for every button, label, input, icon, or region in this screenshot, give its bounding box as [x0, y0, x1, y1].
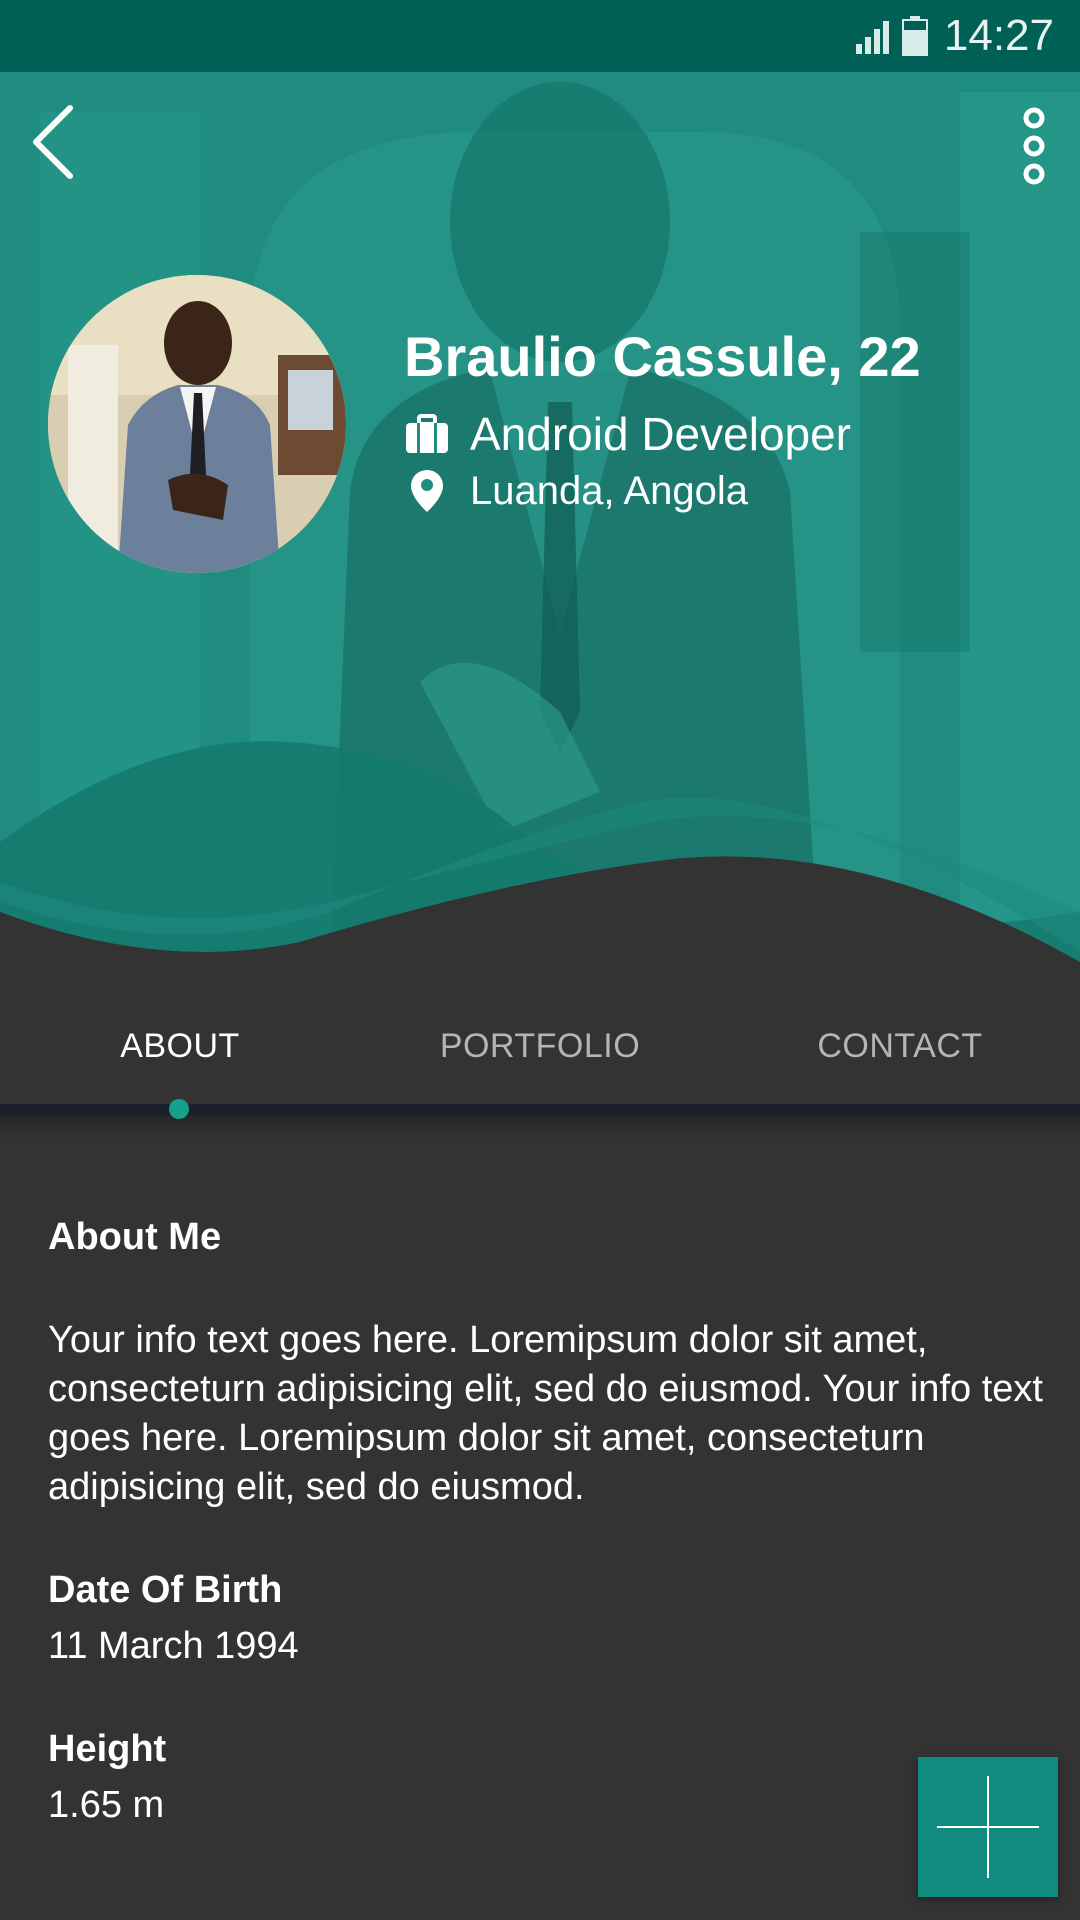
briefcase-icon — [404, 414, 450, 454]
about-me-heading: About Me — [48, 1216, 222, 1258]
location-text: Luanda, Angola — [470, 469, 749, 513]
date-of-birth-label: Date Of Birth — [48, 1569, 283, 1611]
about-me-text: Your info text goes here. Loremipsum dol… — [48, 1319, 1043, 1508]
header-wave-decoration — [0, 741, 1080, 972]
profile-header: Braulio Cassule, 22 Android Developer Lu… — [0, 72, 1080, 972]
chevron-left-icon — [33, 105, 73, 179]
status-time: 14:27 — [943, 11, 1054, 60]
battery-icon — [902, 16, 928, 56]
status-bar: 14:27 — [0, 0, 1080, 72]
location-row: Luanda, Angola — [404, 466, 748, 516]
job-row: Android Developer — [404, 406, 851, 462]
more-options-button[interactable] — [1000, 96, 1060, 196]
add-fab-button[interactable] — [918, 1757, 1058, 1897]
tab-portfolio[interactable]: PORTFOLIO — [390, 1024, 690, 1068]
tab-track — [0, 1104, 1080, 1116]
profile-avatar — [48, 275, 346, 573]
tab-bar: ABOUT PORTFOLIO CONTACT — [0, 972, 1080, 1104]
back-button[interactable] — [24, 96, 104, 188]
tab-shadow — [0, 1116, 1080, 1138]
date-of-birth-value: 11 March 1994 — [48, 1625, 299, 1667]
tab-contact[interactable]: CONTACT — [750, 1024, 1050, 1068]
job-title: Android Developer — [470, 408, 852, 460]
tab-about[interactable]: ABOUT — [30, 1024, 330, 1068]
avatar-photo — [48, 275, 346, 573]
height-value: 1.65 m — [48, 1784, 165, 1826]
profile-name: Braulio Cassule, 22 — [404, 325, 921, 388]
tab-indicator — [169, 1099, 189, 1119]
more-vertical-icon — [1023, 107, 1045, 185]
signal-icon — [856, 21, 889, 54]
height-label: Height — [48, 1728, 167, 1770]
location-pin-icon — [404, 470, 450, 512]
